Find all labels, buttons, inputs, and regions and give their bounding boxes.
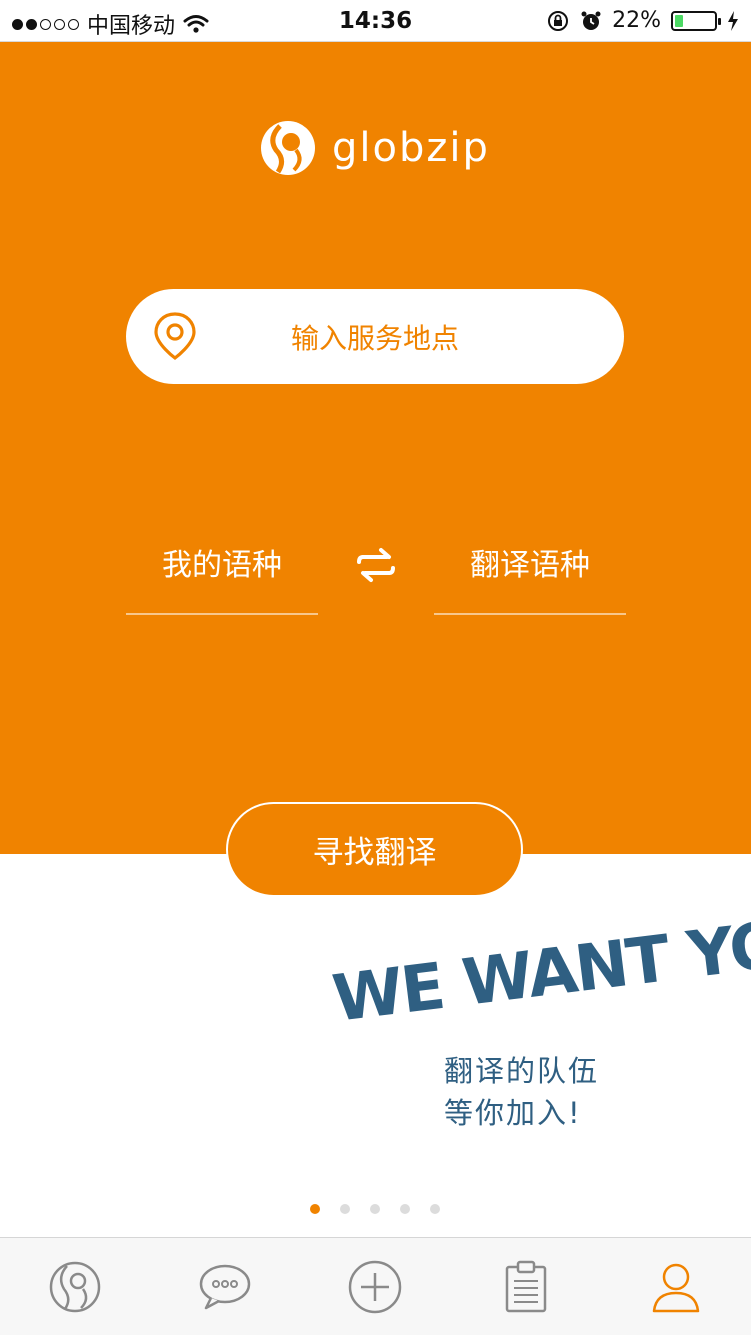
status-bar: 中国移动 14:36 22%	[0, 0, 751, 42]
target-language-select[interactable]: 翻译语种	[434, 540, 626, 615]
status-right: 22%	[546, 8, 739, 33]
globzip-logo-icon	[49, 1261, 101, 1312]
location-pin-icon	[154, 312, 196, 360]
search-panel: globzip 输入服务地点 我的语种 翻译语种	[0, 42, 751, 854]
tab-profile[interactable]	[636, 1247, 716, 1327]
find-translator-label: 寻找翻译	[312, 835, 437, 871]
pager-dot[interactable]	[340, 1204, 350, 1214]
slogan-line-1: 翻译的队伍	[444, 1054, 600, 1088]
target-language-label: 翻译语种	[470, 548, 590, 583]
tab-messages[interactable]	[185, 1247, 265, 1327]
tab-home[interactable]	[35, 1247, 115, 1327]
alarm-icon	[581, 11, 601, 30]
tab-add[interactable]	[335, 1247, 415, 1327]
brand-name: globzip	[332, 125, 490, 171]
recruit-slogan: 翻译的队伍 等你加入!	[444, 1050, 599, 1134]
clipboard-icon	[505, 1260, 546, 1312]
we-want-you-artwork: WE WANT YOU	[330, 902, 751, 1020]
find-translator-button[interactable]: 寻找翻译	[226, 802, 523, 897]
service-location-input[interactable]: 输入服务地点	[126, 289, 624, 384]
my-language-label: 我的语种	[162, 548, 282, 583]
battery-level	[675, 14, 684, 27]
user-icon	[652, 1263, 700, 1312]
pager-dot[interactable]	[370, 1204, 380, 1214]
rotation-lock-icon	[548, 10, 569, 31]
swap-languages-icon[interactable]	[355, 543, 397, 587]
bottom-tab-bar	[0, 1237, 751, 1335]
brand: globzip	[260, 120, 490, 176]
tab-orders[interactable]	[486, 1247, 566, 1327]
pager-dot[interactable]	[310, 1204, 320, 1214]
pager-dot[interactable]	[430, 1204, 440, 1214]
pager-dot[interactable]	[400, 1204, 410, 1214]
plus-circle-icon	[349, 1260, 402, 1313]
my-language-select[interactable]: 我的语种	[126, 540, 318, 615]
we-want-you-text: WE WANT YOU	[330, 902, 751, 1020]
charging-bolt-icon	[728, 10, 738, 31]
battery-percent: 22%	[612, 8, 661, 33]
location-placeholder: 输入服务地点	[290, 321, 459, 355]
chat-bubble-icon	[200, 1264, 251, 1309]
slogan-line-2: 等你加入!	[444, 1096, 582, 1130]
battery-icon	[671, 10, 721, 31]
banner-pager	[310, 1204, 440, 1214]
globzip-logo-icon	[261, 121, 315, 175]
